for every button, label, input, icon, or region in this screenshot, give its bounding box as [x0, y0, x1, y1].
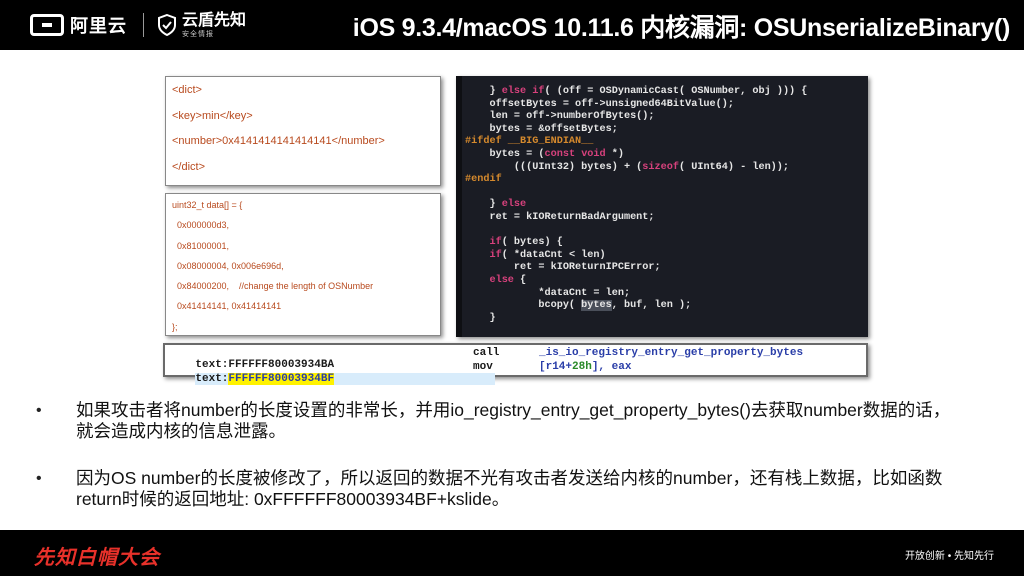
- code-line: } else if( (off = OSDynamicCast( OSNumbe…: [465, 86, 808, 97]
- code-line: if( bytes) {: [489, 237, 563, 249]
- asm-operand: _is_io_registry_entry_get_property_bytes: [539, 347, 804, 359]
- data-line: };: [172, 321, 178, 332]
- data-line: 0x41414141, 0x41414141: [172, 301, 282, 312]
- brand-xianzhi-text: 云盾先知: [182, 11, 247, 29]
- bullet-marker: •: [36, 470, 42, 487]
- code-line: len = off->numberOfBytes();: [465, 111, 655, 123]
- xml-line: <key>min</key>: [172, 109, 253, 122]
- brand-aliyun-text: 阿里云: [70, 16, 127, 36]
- xml-line: <number>0x4141414141414141</number>: [172, 135, 385, 147]
- asm-opcode: call: [473, 347, 500, 359]
- source-code-panel: } else if( (off = OSDynamicCast( OSNumbe…: [456, 76, 868, 337]
- asm-address-selected: text:FFFFFF80003934BF: [195, 373, 496, 385]
- data-line: 0x84000200, //change the length of OSNum…: [172, 281, 374, 292]
- code-lines: } else if( (off = OSDynamicCast( OSNumbe…: [465, 86, 807, 325]
- shield-logo-icon: [158, 14, 176, 36]
- header-bar: 阿里云 云盾先知 安全情报 iOS 9.3.4/macOS 10.11.6 内核…: [0, 0, 1024, 50]
- bullet-item: • 因为OS number的长度被修改了，所以返回的数据不光有攻击者发送给内核的…: [36, 468, 996, 510]
- data-line: 0x000000d3,: [172, 220, 230, 231]
- bullet-marker: •: [36, 402, 42, 419]
- xml-line: </dict>: [172, 160, 206, 173]
- code-line: #ifdef __BIG_ENDIAN__: [465, 136, 594, 148]
- code-line: ret = kIOReturnIPCError;: [465, 262, 661, 274]
- data-line: 0x08000004, 0x006e696d,: [172, 260, 284, 271]
- slide-title: iOS 9.3.4/macOS 10.11.6 内核漏洞: OSUnserial…: [352, 14, 1011, 42]
- asm-opcode: mov: [473, 361, 493, 373]
- footer-bar: 先知白帽大会 开放创新 • 先知先行: [0, 530, 1024, 576]
- asm-row: text:FFFFFF80003934BA call _is_io_regist…: [169, 347, 803, 371]
- data-array-panel: uint32_t data[] = { 0x000000d3, 0x810000…: [165, 193, 441, 336]
- bullet-text: 如果攻击者将number的长度设置的非常长，并用io_registry_entr…: [76, 400, 951, 441]
- asm-operand: [r14+28h], eax: [539, 361, 632, 373]
- code-line: bytes = (const void *): [465, 148, 624, 160]
- aliyun-logo-icon: [30, 14, 64, 36]
- code-line: else {: [489, 274, 527, 286]
- code-line: bytes = &offsetBytes;: [465, 123, 618, 135]
- bullet-text: 因为OS number的长度被修改了，所以返回的数据不光有攻击者发送给内核的nu…: [76, 468, 943, 509]
- brand-divider: [143, 13, 144, 37]
- brand-logos: 阿里云 云盾先知 安全情报: [30, 12, 246, 38]
- code-line: ret = kIOReturnBadArgument;: [465, 211, 655, 223]
- footer-tagline: 开放创新 • 先知先行: [904, 551, 994, 562]
- data-line: uint32_t data[] = {: [172, 200, 243, 210]
- code-line: bcopy( bytes, buf, len );: [465, 300, 692, 312]
- bullet-item: • 如果攻击者将number的长度设置的非常长，并用io_registry_en…: [36, 400, 996, 442]
- disassembly-panel: text:FFFFFF80003934BA call _is_io_regist…: [163, 343, 868, 385]
- asm-row-selected: text:FFFFFF80003934BF mov [r14+28h], eax: [169, 361, 631, 385]
- code-line: *dataCnt = len;: [465, 287, 631, 299]
- code-line: }: [465, 312, 496, 324]
- data-line: 0x81000001,: [172, 240, 230, 251]
- brand-xianzhi-subtitle: 安全情报: [182, 30, 214, 38]
- xml-line: <dict>: [172, 84, 202, 96]
- code-gutter: [456, 76, 462, 337]
- code-line: if( *dataCnt < len): [489, 249, 606, 261]
- brand-xianzhi: 云盾先知 安全情报: [182, 11, 247, 38]
- code-line: } else: [465, 199, 527, 211]
- code-line: #endif: [465, 174, 502, 186]
- code-line: offsetBytes = off->unsigned64BitValue();: [465, 98, 734, 110]
- footer-logo: 先知白帽大会: [34, 547, 160, 569]
- code-line: (((UInt32) bytes) + (sizeof( UInt64) - l…: [465, 161, 790, 173]
- xml-snippet-panel: <dict> <key>min</key> <number>0x41414141…: [165, 76, 441, 186]
